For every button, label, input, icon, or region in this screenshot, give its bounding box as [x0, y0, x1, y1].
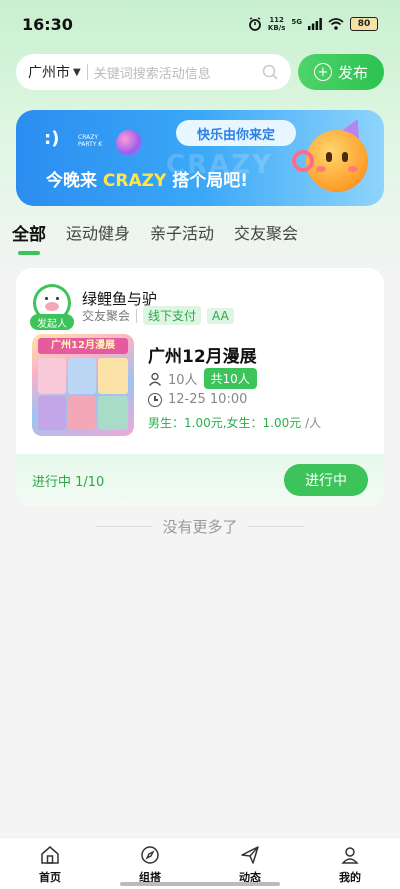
- nav-home-label: 首页: [39, 871, 61, 884]
- signal-icon: [308, 18, 322, 30]
- wifi-icon: [328, 18, 344, 30]
- event-card[interactable]: 发起人 绿鲤鱼与驴 交友聚会 线下支付 AA 广州12月漫展 广州12月漫展 1…: [16, 268, 384, 506]
- person-icon: [148, 372, 162, 386]
- thumbnail-title: 广州12月漫展: [38, 338, 128, 354]
- search-input[interactable]: 关键词搜索活动信息: [94, 63, 261, 82]
- category-tabs: 全部 运动健身 亲子活动 交友聚会: [12, 220, 298, 255]
- status-time: 16:30: [22, 14, 73, 34]
- no-more-text: 没有更多了: [162, 518, 238, 536]
- event-thumbnail: 广州12月漫展: [32, 334, 134, 436]
- tab-sports-fitness[interactable]: 运动健身: [66, 220, 130, 255]
- status-button[interactable]: 进行中: [284, 464, 368, 496]
- status-bar: 16:30 112 KB/s 5G 80: [0, 0, 400, 48]
- progress-text: 进行中 1/10: [32, 474, 105, 490]
- divider-left: [96, 526, 153, 527]
- nav-profile-label: 我的: [339, 871, 361, 884]
- search-divider: [86, 64, 88, 80]
- initiator-badge: 发起人: [30, 314, 74, 330]
- party-emoji-icon: [306, 130, 368, 192]
- nav-home[interactable]: 首页: [0, 838, 100, 889]
- banner-logo-icon: :): [44, 128, 60, 149]
- battery-indicator: 80: [350, 17, 378, 31]
- network-type: 5G: [291, 18, 302, 26]
- event-datetime: 12-25 10:00: [148, 392, 247, 407]
- divider-right: [247, 526, 304, 527]
- meta-divider: [136, 308, 138, 323]
- send-icon: [241, 846, 259, 864]
- publish-label: 发布: [337, 63, 368, 82]
- banner-tagline: 快乐由你来定: [176, 120, 296, 146]
- disco-ball-icon: [116, 130, 142, 156]
- tab-all[interactable]: 全部: [12, 220, 46, 255]
- nav-profile[interactable]: 我的: [300, 838, 400, 889]
- tab-social-party[interactable]: 交友聚会: [234, 220, 298, 255]
- search-icon[interactable]: [261, 63, 279, 81]
- home-icon: [41, 846, 59, 864]
- profile-icon: [341, 847, 359, 864]
- network-speed: 112 KB/s: [267, 16, 286, 32]
- alarm-icon: [248, 17, 261, 31]
- no-more-indicator: 没有更多了: [0, 516, 400, 537]
- split-tag: AA: [207, 307, 234, 324]
- compass-icon: [141, 846, 159, 864]
- status-icons: 112 KB/s 5G 80: [248, 16, 378, 32]
- city-selector[interactable]: 广州市 ▼: [28, 62, 81, 82]
- tab-parent-child[interactable]: 亲子活动: [150, 220, 214, 255]
- event-title: 广州12月漫展: [148, 347, 257, 367]
- promo-banner[interactable]: CRAZY :) CRAZY PARTY K 快乐由你来定 今晚来 CRAZY …: [16, 110, 384, 206]
- payment-tag: 线下支付: [143, 306, 202, 325]
- home-indicator: [120, 882, 280, 886]
- clock-icon: [148, 392, 162, 407]
- publish-button[interactable]: + 发布: [298, 54, 384, 90]
- city-label: 广州市: [28, 65, 70, 81]
- event-participants: 10人 共10人: [148, 368, 257, 389]
- participant-count: 10人: [168, 373, 198, 388]
- card-footer: 进行中 1/10 进行中: [16, 454, 384, 506]
- party-whistle-icon: [292, 150, 314, 172]
- plus-icon: +: [313, 63, 332, 81]
- banner-headline: 今晚来 CRAZY 搭个局吧!: [46, 171, 248, 191]
- host-meta: 交友聚会 线下支付 AA: [82, 306, 234, 325]
- chevron-down-icon: ▼: [73, 66, 81, 78]
- event-price: 男生：1.00元,女生：1.00元 /人: [148, 416, 322, 430]
- event-category: 交友聚会: [82, 309, 131, 323]
- banner-logo-text: CRAZY PARTY K: [78, 134, 103, 148]
- total-capacity-badge: 共10人: [203, 368, 257, 389]
- datetime-text: 12-25 10:00: [168, 392, 248, 407]
- search-bar: 广州市 ▼ 关键词搜索活动信息: [16, 54, 291, 90]
- host-avatar[interactable]: 发起人: [30, 284, 74, 332]
